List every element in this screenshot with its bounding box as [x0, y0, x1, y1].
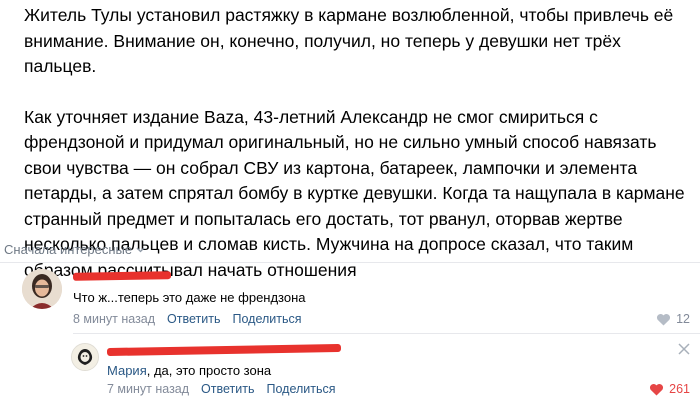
reply-button[interactable]: Ответить: [201, 382, 254, 396]
redacted-author-name: [72, 271, 172, 281]
avatar[interactable]: [22, 269, 62, 309]
post-paragraph: Житель Тулы установил растяжку в кармане…: [24, 5, 674, 76]
comment-text: Что ж...теперь это даже не френдзона: [73, 290, 306, 305]
avatar[interactable]: [71, 343, 99, 371]
close-icon[interactable]: [678, 343, 690, 355]
comment-text: Мария, да, это просто зона: [107, 363, 271, 378]
heart-icon: [650, 383, 664, 396]
like-button[interactable]: 12: [656, 312, 690, 326]
comment-meta: 7 минут назад Ответить Поделиться: [107, 382, 336, 396]
comment-time[interactable]: 8 минут назад: [73, 312, 155, 326]
sort-label: Сначала интересные: [4, 242, 133, 257]
comment-time[interactable]: 7 минут назад: [107, 382, 189, 396]
comment-text-body: , да, это просто зона: [146, 363, 272, 378]
post-body: Житель Тулы установил растяжку в кармане…: [24, 0, 694, 283]
reply-mention[interactable]: Мария: [107, 363, 147, 378]
share-button[interactable]: Поделиться: [266, 382, 335, 396]
redacted-author-name: [106, 343, 342, 357]
like-button[interactable]: 261: [649, 382, 690, 396]
chevron-down-icon: [136, 247, 145, 252]
share-button[interactable]: Поделиться: [232, 312, 301, 326]
divider: [73, 333, 700, 334]
sort-dropdown[interactable]: Сначала интересные: [4, 242, 145, 257]
reply-button[interactable]: Ответить: [167, 312, 220, 326]
comment-meta: 8 минут назад Ответить Поделиться: [73, 312, 302, 326]
like-count: 12: [676, 312, 690, 326]
divider: [0, 262, 700, 263]
heart-icon: [657, 313, 671, 326]
like-count: 261: [669, 382, 690, 396]
